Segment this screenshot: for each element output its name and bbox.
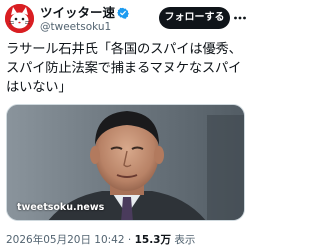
photo-watermark: tweetsoku.news xyxy=(17,202,105,213)
tweet-header: ツイッター速報... @tweetsoku1 フォローする xyxy=(5,4,247,34)
tweet-photo[interactable]: tweetsoku.news xyxy=(6,104,245,221)
meta-separator: · xyxy=(127,234,132,246)
tweet-text-line: はいない」 xyxy=(6,80,72,95)
tweet-meta: 2026年05月20日 10:42 · 15.3万 表示 xyxy=(6,234,247,247)
more-options-icon xyxy=(234,16,246,20)
tweet-card: ツイッター速報... @tweetsoku1 フォローする ラサール石井氏「各国… xyxy=(0,0,249,250)
tweet-text-line: スパイ防止法案で捕まるマヌケなスパイ xyxy=(6,61,242,76)
cat-avatar-icon xyxy=(5,4,34,33)
views-count: 15.3万 xyxy=(134,234,171,246)
tweet-text-line: ラサール石井氏「各国のスパイは優秀、 xyxy=(6,42,242,57)
timestamp[interactable]: 2026年05月20日 10:42 xyxy=(6,234,125,246)
avatar[interactable] xyxy=(5,4,34,33)
verified-badge-icon xyxy=(117,7,129,19)
more-options-button[interactable] xyxy=(233,12,247,24)
follow-button[interactable]: フォローする xyxy=(159,7,230,29)
display-name-row: ツイッター速報... xyxy=(40,5,140,20)
views-label: 表示 xyxy=(174,234,196,246)
handle[interactable]: @tweetsoku1 xyxy=(40,21,140,34)
author-names: ツイッター速報... @tweetsoku1 xyxy=(40,5,140,34)
tweet-text: ラサール石井氏「各国のスパイは優秀、 スパイ防止法案で捕まるマヌケなスパイ はい… xyxy=(6,40,247,97)
display-name[interactable]: ツイッター速報... xyxy=(40,5,115,20)
